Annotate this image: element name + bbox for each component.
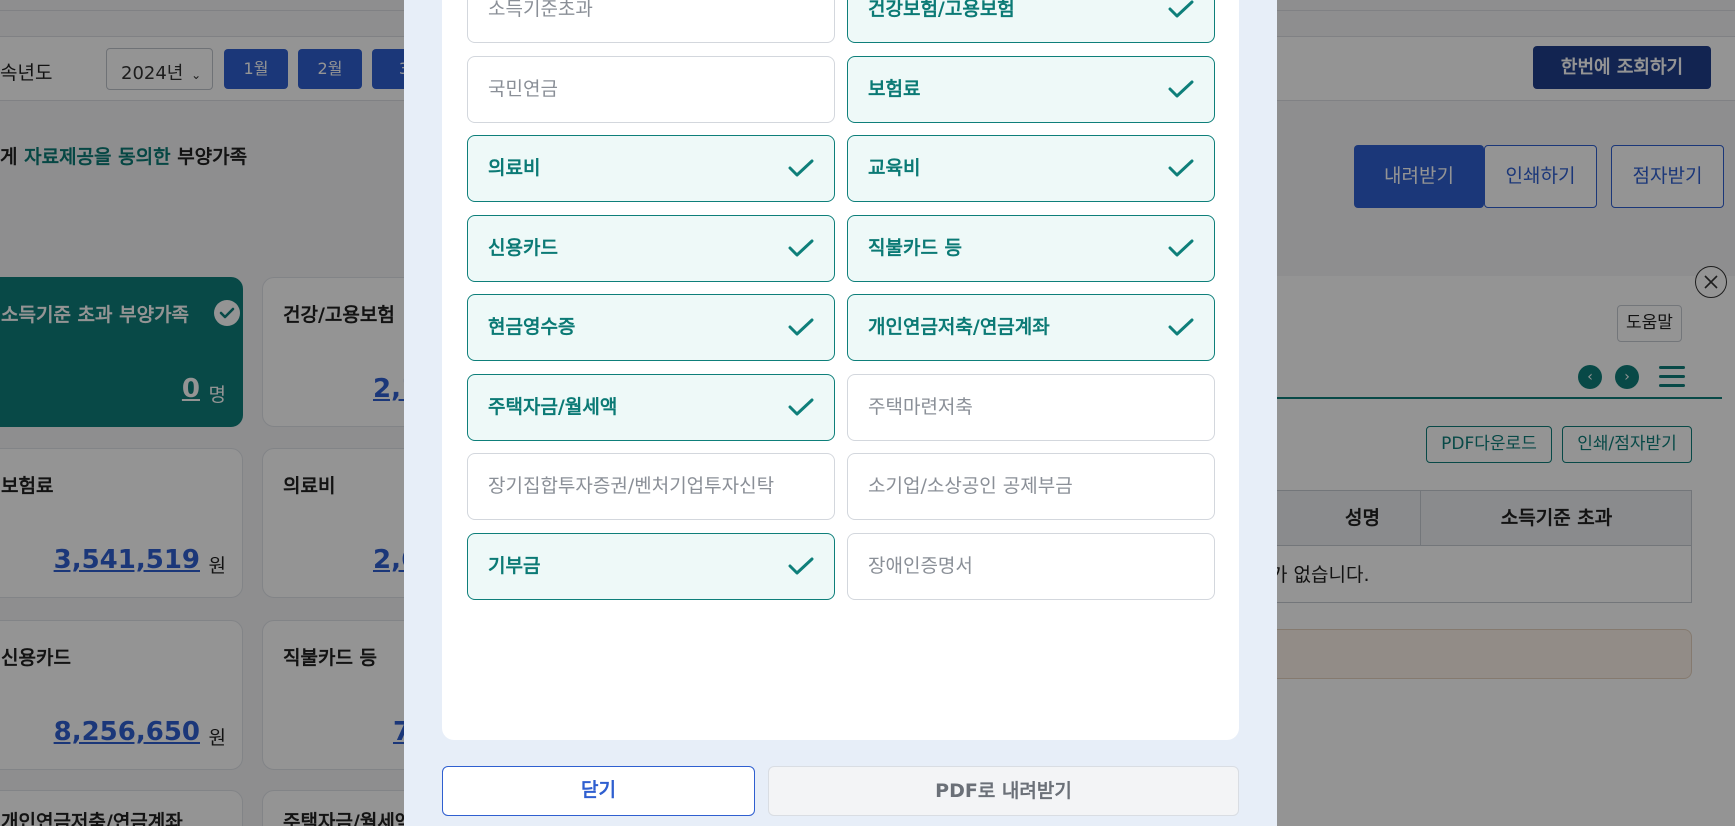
checkmark-icon — [1168, 159, 1194, 177]
pdf-download-button[interactable]: PDF로 내려받기 — [768, 766, 1239, 816]
item-small-business-mutual-aid[interactable]: 소기업/소상공인 공제부금 — [847, 453, 1215, 520]
item-label: 주택마련저축 — [868, 396, 973, 418]
item-credit-card[interactable]: 신용카드 — [467, 215, 835, 282]
item-housing-savings[interactable]: 주택마련저축 — [847, 374, 1215, 441]
checkmark-icon — [788, 159, 814, 177]
item-medical[interactable]: 의료비 — [467, 135, 835, 202]
checkmark-icon — [1168, 239, 1194, 257]
checkmark-icon — [788, 398, 814, 416]
item-label: 소득기준초과 — [488, 0, 593, 20]
item-disability-certificate[interactable]: 장애인증명서 — [847, 533, 1215, 600]
checkmark-icon — [1168, 318, 1194, 336]
checkmark-icon — [1168, 80, 1194, 98]
item-label: 주택자금/월세액 — [488, 396, 618, 418]
item-income-excess[interactable]: 소득기준초과 — [467, 0, 835, 43]
item-health-employment-insurance[interactable]: 건강보험/고용보험 — [847, 0, 1215, 43]
checkmark-icon — [788, 239, 814, 257]
item-cash-receipt[interactable]: 현금영수증 — [467, 294, 835, 361]
item-private-pension[interactable]: 개인연금저축/연금계좌 — [847, 294, 1215, 361]
item-debit-card[interactable]: 직불카드 등 — [847, 215, 1215, 282]
item-label: 기부금 — [488, 555, 541, 577]
close-button[interactable]: 닫기 — [442, 766, 755, 816]
checkmark-icon — [788, 318, 814, 336]
item-national-pension[interactable]: 국민연금 — [467, 56, 835, 123]
item-education[interactable]: 교육비 — [847, 135, 1215, 202]
checkmark-icon — [788, 557, 814, 575]
item-donation[interactable]: 기부금 — [467, 533, 835, 600]
item-label: 건강보험/고용보험 — [868, 0, 1015, 20]
item-label: 소기업/소상공인 공제부금 — [868, 475, 1073, 497]
item-label: 의료비 — [488, 157, 541, 179]
item-label: 직불카드 등 — [868, 237, 963, 259]
item-label: 장기집합투자증권/벤처기업투자신탁 — [488, 475, 775, 497]
item-label: 교육비 — [868, 157, 921, 179]
item-label: 현금영수증 — [488, 316, 576, 338]
item-long-term-fund[interactable]: 장기집합투자증권/벤처기업투자신탁 — [467, 453, 835, 520]
checkmark-icon — [1168, 0, 1194, 18]
item-label: 보험료 — [868, 78, 921, 100]
item-label: 국민연금 — [488, 78, 558, 100]
item-label: 장애인증명서 — [868, 555, 973, 577]
item-label: 신용카드 — [488, 237, 558, 259]
item-housing-fund[interactable]: 주택자금/월세액 — [467, 374, 835, 441]
item-label: 개인연금저축/연금계좌 — [868, 316, 1050, 338]
item-insurance[interactable]: 보험료 — [847, 56, 1215, 123]
